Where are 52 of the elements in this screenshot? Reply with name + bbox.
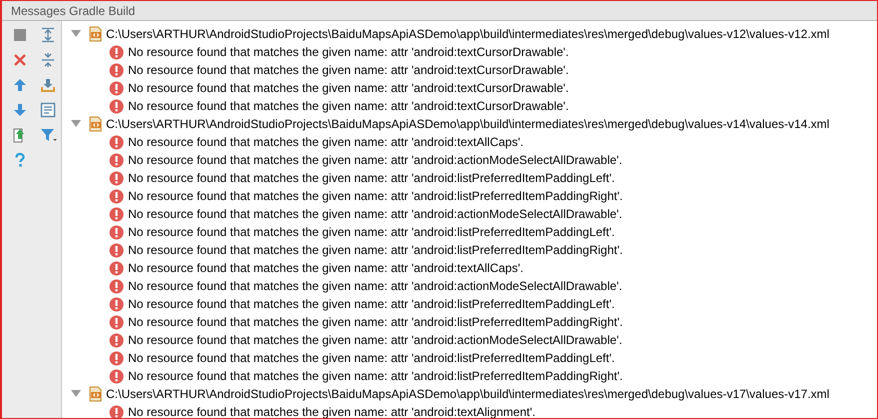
error-icon [109,260,124,276]
file-path[interactable]: C:\Users\ARTHUR\AndroidStudioProjects\BaiduMapsApiASDemo\app\build\intermediates\res\merged\debug\values-v12\values-v12.xml [106,27,830,41]
error-message[interactable]: No resource found that matches the given name: attr 'android:listPreferredItemPaddingRight'. [128,315,623,329]
error-message[interactable]: No resource found that matches the given name: attr 'android:listPreferredItemPaddingLeft'. [128,297,615,311]
error-message[interactable]: No resource found that matches the given name: attr 'android:listPreferredItemPaddingRight'. [128,189,623,203]
error-message[interactable]: No resource found that matches the given name: attr 'android:actionModeSelectAllDrawable'. [128,207,622,221]
error-message[interactable]: No resource found that matches the given name: attr 'android:listPreferredItemPaddingLeft'. [128,225,615,239]
error-icon [109,296,124,312]
error-message[interactable]: No resource found that matches the given name: attr 'android:listPreferredItemPaddingRight'. [128,369,623,383]
error-message[interactable]: No resource found that matches the given name: attr 'android:actionModeSelectAllDrawable'. [128,333,622,347]
error-icon [109,152,124,168]
error-icon [109,80,124,96]
arrow-down-icon[interactable] [12,102,28,118]
error-icon [109,44,124,60]
error-message[interactable]: No resource found that matches the given name: attr 'android:textCursorDrawable'. [128,45,569,59]
error-message[interactable]: No resource found that matches the given name: attr 'android:textCursorDrawable'. [128,99,569,113]
error-message[interactable]: No resource found that matches the given name: attr 'android:listPreferredItemPaddingLeft'. [128,351,615,365]
download-icon[interactable] [40,77,56,93]
error-message[interactable]: No resource found that matches the given name: attr 'android:listPreferredItemPaddingLeft'. [128,171,615,185]
error-icon [109,170,124,186]
error-message[interactable]: No resource found that matches the given name: attr 'android:textAllCaps'. [128,135,524,149]
error-message[interactable]: No resource found that matches the given name: attr 'android:textCursorDrawable'. [128,81,569,95]
error-icon [109,224,124,240]
error-icon [109,368,124,384]
error-icon [109,134,124,150]
arrow-up-icon[interactable] [12,77,28,93]
error-message[interactable]: No resource found that matches the given name: attr 'android:actionModeSelectAllDrawable'. [128,153,622,167]
error-message[interactable]: No resource found that matches the given name: attr 'android:actionModeSelectAllDrawable'. [128,279,622,293]
xml-file-icon [88,386,103,402]
xml-file-icon [88,26,103,42]
error-icon [109,206,124,222]
collapse-all-icon[interactable] [40,52,56,68]
close-icon[interactable] [12,52,28,68]
error-message[interactable]: No resource found that matches the given name: attr 'android:textAllCaps'. [128,261,524,275]
error-message[interactable]: No resource found that matches the given name: attr 'android:textCursorDrawable'. [128,63,569,77]
panel-title: Messages Gradle Build [11,4,136,18]
preview-icon[interactable] [40,102,56,118]
error-message[interactable]: No resource found that matches the given name: attr 'android:listPreferredItemPaddingRight'. [128,243,623,257]
file-path[interactable]: C:\Users\ARTHUR\AndroidStudioProjects\BaiduMapsApiASDemo\app\build\intermediates\res\merged\debug\values-v17\values-v17.xml [106,387,830,401]
filter-icon[interactable] [40,127,58,143]
error-icon [109,350,124,366]
error-icon [109,62,124,78]
stop-icon[interactable] [12,27,28,43]
xml-file-icon [88,116,103,132]
error-icon [109,314,124,330]
error-icon [109,242,124,258]
error-icon [109,98,124,114]
error-icon [109,188,124,204]
file-path[interactable]: C:\Users\ARTHUR\AndroidStudioProjects\BaiduMapsApiASDemo\app\build\intermediates\res\merged\debug\values-v14\values-v14.xml [106,117,830,131]
error-icon [109,332,124,348]
expand-all-icon[interactable] [40,27,56,43]
error-icon [109,278,124,294]
